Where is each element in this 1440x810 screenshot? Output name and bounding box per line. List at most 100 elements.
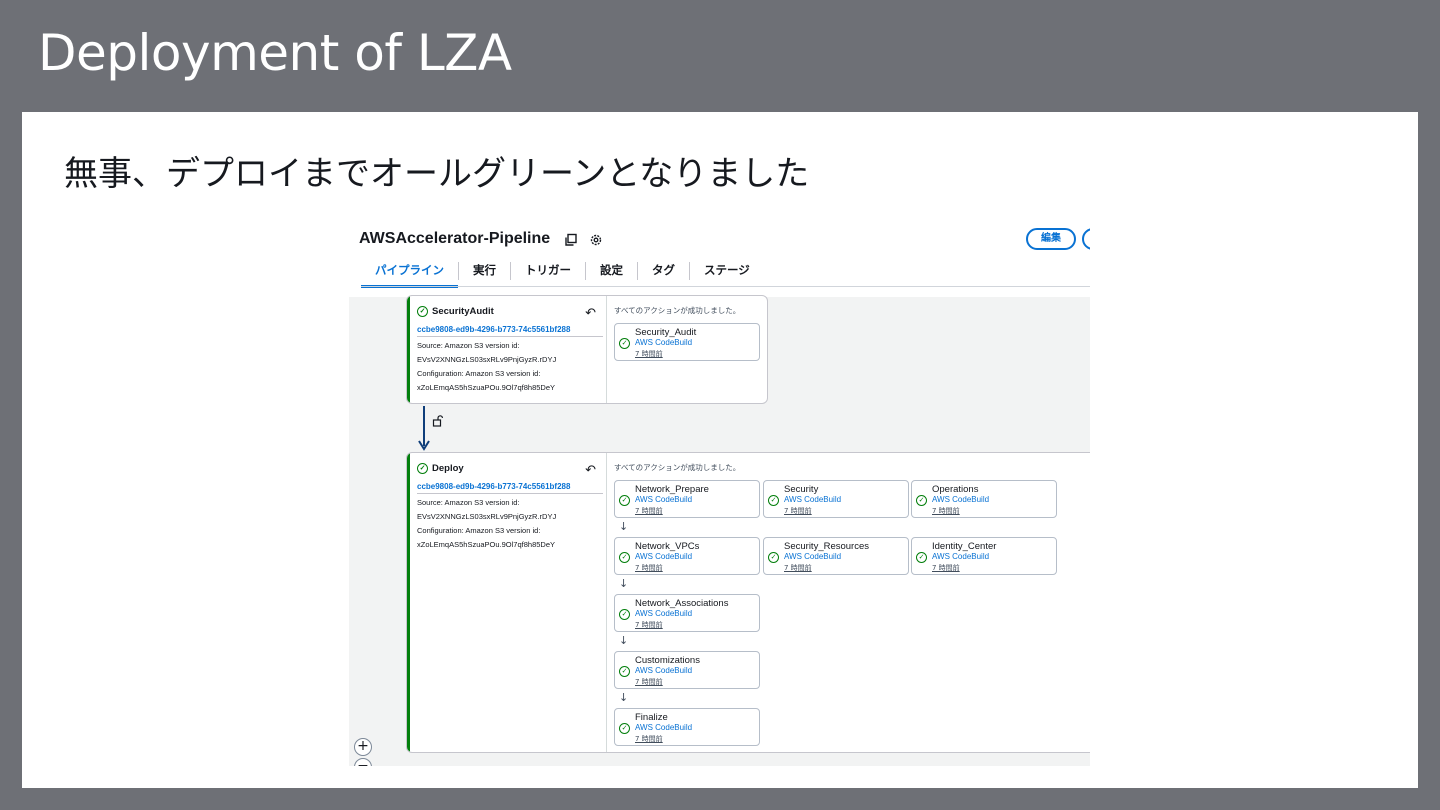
tab-tags[interactable]: タグ [638, 256, 689, 286]
check-circle-icon: ✓ [619, 495, 630, 506]
action-name: Customizations [635, 655, 700, 666]
action-name: Identity_Center [932, 541, 997, 552]
check-circle-icon: ✓ [619, 609, 630, 620]
action-time-link[interactable]: 7 時間前 [932, 506, 960, 516]
action-time-link[interactable]: 7 時間前 [635, 734, 663, 744]
arrow-down-icon: ↓ [619, 691, 629, 704]
arrow-down-icon: ↓ [619, 577, 629, 590]
action-provider-link[interactable]: AWS CodeBuild [635, 552, 692, 561]
action-name: Network_VPCs [635, 541, 700, 552]
action-time-link[interactable]: 7 時間前 [635, 506, 663, 516]
action-time-link[interactable]: 7 時間前 [932, 563, 960, 573]
config-value: xZoLEmqAS5hSzuaPOu.9Ol7qf8h85DeY [417, 540, 555, 549]
pipeline-screenshot: AWSAccelerator-Pipeline 編集 パイプライン 実行 トリガ… [349, 219, 1090, 766]
more-button[interactable] [1082, 228, 1090, 250]
action-time-link[interactable]: 7 時間前 [635, 677, 663, 687]
check-circle-icon: ✓ [619, 723, 630, 734]
stage-status: すべてのアクションが成功しました。 [614, 463, 741, 472]
arrow-down-icon: ↓ [619, 520, 629, 533]
tab-settings[interactable]: 設定 [586, 256, 637, 286]
stage-name-label: SecurityAudit [432, 306, 494, 317]
source-value: EVsV2XNNGzLS03sxRLv9PnjGyzR.rDYJ [417, 512, 557, 521]
copy-icon[interactable] [564, 232, 580, 248]
action-provider-link[interactable]: AWS CodeBuild [635, 338, 692, 347]
tab-bar: パイプライン 実行 トリガー 設定 タグ ステージ [361, 255, 764, 288]
check-circle-icon: ✓ [619, 666, 630, 677]
action-card[interactable]: ✓ Identity_Center AWS CodeBuild 7 時間前 [911, 537, 1057, 575]
action-card[interactable]: ✓ Network_VPCs AWS CodeBuild 7 時間前 [614, 537, 760, 575]
action-card[interactable]: ✓ Security AWS CodeBuild 7 時間前 [763, 480, 909, 518]
action-name: Network_Associations [635, 598, 729, 609]
tab-underline [361, 286, 1090, 287]
execution-id-link[interactable]: ccbe9808-ed9b-4296-b773-74c5561bf288 [417, 482, 603, 494]
check-circle-icon: ✓ [768, 495, 779, 506]
retry-icon[interactable]: ↶ [585, 306, 596, 321]
retry-icon[interactable]: ↶ [585, 463, 596, 478]
source-label: Source: Amazon S3 version id: [417, 498, 520, 507]
tab-triggers[interactable]: トリガー [511, 256, 585, 286]
pipeline-header: AWSAccelerator-Pipeline 編集 パイプライン 実行 トリガ… [349, 219, 1090, 289]
source-label: Source: Amazon S3 version id: [417, 341, 520, 350]
source-value: EVsV2XNNGzLS03sxRLv9PnjGyzR.rDYJ [417, 355, 557, 364]
slide-subtitle: 無事、デプロイまでオールグリーンとなりました [64, 154, 810, 194]
stage-security-audit: ✓ SecurityAudit ↶ ccbe9808-ed9b-4296-b77… [406, 295, 768, 404]
config-label: Configuration: Amazon S3 version id: [417, 526, 541, 535]
config-label: Configuration: Amazon S3 version id: [417, 369, 541, 378]
action-provider-link[interactable]: AWS CodeBuild [784, 495, 841, 504]
content-panel: 無事、デプロイまでオールグリーンとなりました AWSAccelerator-Pi… [22, 112, 1418, 788]
action-card[interactable]: ✓ Network_Prepare AWS CodeBuild 7 時間前 [614, 480, 760, 518]
pipeline-title: AWSAccelerator-Pipeline [359, 230, 551, 247]
action-time-link[interactable]: 7 時間前 [784, 506, 812, 516]
stage-name: ✓ Deploy [417, 463, 606, 474]
tab-executions[interactable]: 実行 [459, 256, 510, 286]
stage-info: ✓ Deploy ↶ ccbe9808-ed9b-4296-b773-74c55… [407, 453, 607, 752]
action-card[interactable]: ✓ Security_Audit AWS CodeBuild 7 時間前 [614, 323, 760, 361]
action-card[interactable]: ✓ Operations AWS CodeBuild 7 時間前 [911, 480, 1057, 518]
action-time-link[interactable]: 7 時間前 [635, 620, 663, 630]
unlock-icon[interactable] [432, 415, 444, 430]
gear-icon[interactable] [589, 232, 605, 248]
check-circle-icon: ✓ [768, 552, 779, 563]
action-name: Operations [932, 484, 979, 495]
execution-id-link[interactable]: ccbe9808-ed9b-4296-b773-74c5561bf288 [417, 325, 603, 337]
action-provider-link[interactable]: AWS CodeBuild [932, 495, 989, 504]
arrow-down-icon: ↓ [619, 634, 629, 647]
zoom-out-button[interactable]: − [354, 758, 372, 766]
check-circle-icon: ✓ [916, 495, 927, 506]
action-card[interactable]: ✓ Finalize AWS CodeBuild 7 時間前 [614, 708, 760, 746]
check-circle-icon: ✓ [417, 463, 428, 474]
config-value: xZoLEmqAS5hSzuaPOu.9Ol7qf8h85DeY [417, 383, 555, 392]
tab-pipeline[interactable]: パイプライン [361, 256, 458, 288]
stage-deploy: ✓ Deploy ↶ ccbe9808-ed9b-4296-b773-74c55… [406, 452, 1090, 753]
action-provider-link[interactable]: AWS CodeBuild [635, 666, 692, 675]
slide-title: Deployment of LZA [38, 24, 512, 82]
check-circle-icon: ✓ [417, 306, 428, 317]
action-name: Finalize [635, 712, 668, 723]
action-time-link[interactable]: 7 時間前 [784, 563, 812, 573]
action-name: Network_Prepare [635, 484, 709, 495]
action-card[interactable]: ✓ Network_Associations AWS CodeBuild 7 時… [614, 594, 760, 632]
stage-status: すべてのアクションが成功しました。 [614, 306, 741, 315]
pipeline-canvas[interactable]: ✓ SecurityAudit ↶ ccbe9808-ed9b-4296-b77… [349, 295, 1090, 766]
stage-name-label: Deploy [432, 463, 464, 474]
check-circle-icon: ✓ [619, 552, 630, 563]
action-time-link[interactable]: 7 時間前 [635, 349, 663, 359]
action-time-link[interactable]: 7 時間前 [635, 563, 663, 573]
action-name: Security [784, 484, 819, 495]
action-provider-link[interactable]: AWS CodeBuild [932, 552, 989, 561]
stage-name: ✓ SecurityAudit [417, 306, 606, 317]
check-circle-icon: ✓ [619, 338, 630, 349]
stage-info: ✓ SecurityAudit ↶ ccbe9808-ed9b-4296-b77… [407, 296, 607, 403]
action-provider-link[interactable]: AWS CodeBuild [784, 552, 841, 561]
action-card[interactable]: ✓ Customizations AWS CodeBuild 7 時間前 [614, 651, 760, 689]
action-card[interactable]: ✓ Security_Resources AWS CodeBuild 7 時間前 [763, 537, 909, 575]
action-provider-link[interactable]: AWS CodeBuild [635, 609, 692, 618]
action-provider-link[interactable]: AWS CodeBuild [635, 723, 692, 732]
action-name: Security_Audit [635, 327, 697, 338]
tab-stages[interactable]: ステージ [690, 256, 764, 286]
zoom-in-button[interactable]: + [354, 738, 372, 756]
action-name: Security_Resources [784, 541, 870, 552]
action-provider-link[interactable]: AWS CodeBuild [635, 495, 692, 504]
check-circle-icon: ✓ [916, 552, 927, 563]
edit-button[interactable]: 編集 [1026, 228, 1076, 250]
